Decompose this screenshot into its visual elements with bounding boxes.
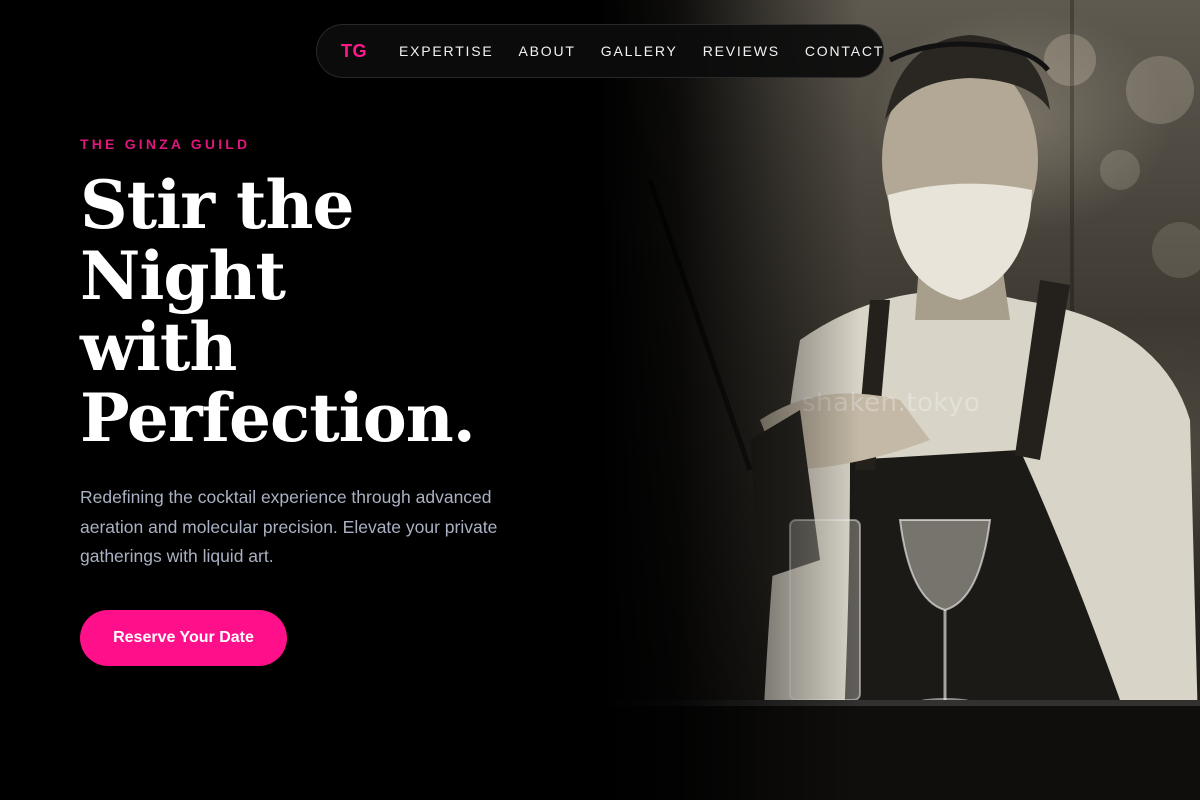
top-navigation: TG EXPERTISE ABOUT GALLERY REVIEWS CONTA… (316, 24, 884, 78)
reserve-date-button[interactable]: Reserve Your Date (80, 610, 287, 666)
hero-eyebrow: THE GINZA GUILD (80, 136, 251, 152)
nav-link-about[interactable]: ABOUT (519, 43, 576, 59)
nav-link-expertise[interactable]: EXPERTISE (399, 43, 494, 59)
nav-links: EXPERTISE ABOUT GALLERY REVIEWS CONTACT (399, 43, 884, 59)
nav-link-reviews[interactable]: REVIEWS (703, 43, 780, 59)
nav-link-gallery[interactable]: GALLERY (601, 43, 678, 59)
headline-line: Stir the (80, 166, 354, 244)
headline-line: with (80, 308, 237, 386)
image-watermark: shaken.tokyo (802, 388, 981, 418)
hero-image: shaken.tokyo (600, 0, 1200, 800)
hero-headline: Stir the Night with Perfection. (80, 170, 560, 454)
headline-line: Perfection. (80, 379, 476, 457)
hero-description: Redefining the cocktail experience throu… (80, 487, 498, 566)
headline-line: Night (80, 237, 286, 315)
brand-logo[interactable]: TG (341, 41, 367, 62)
nav-link-contact[interactable]: CONTACT (805, 43, 884, 59)
